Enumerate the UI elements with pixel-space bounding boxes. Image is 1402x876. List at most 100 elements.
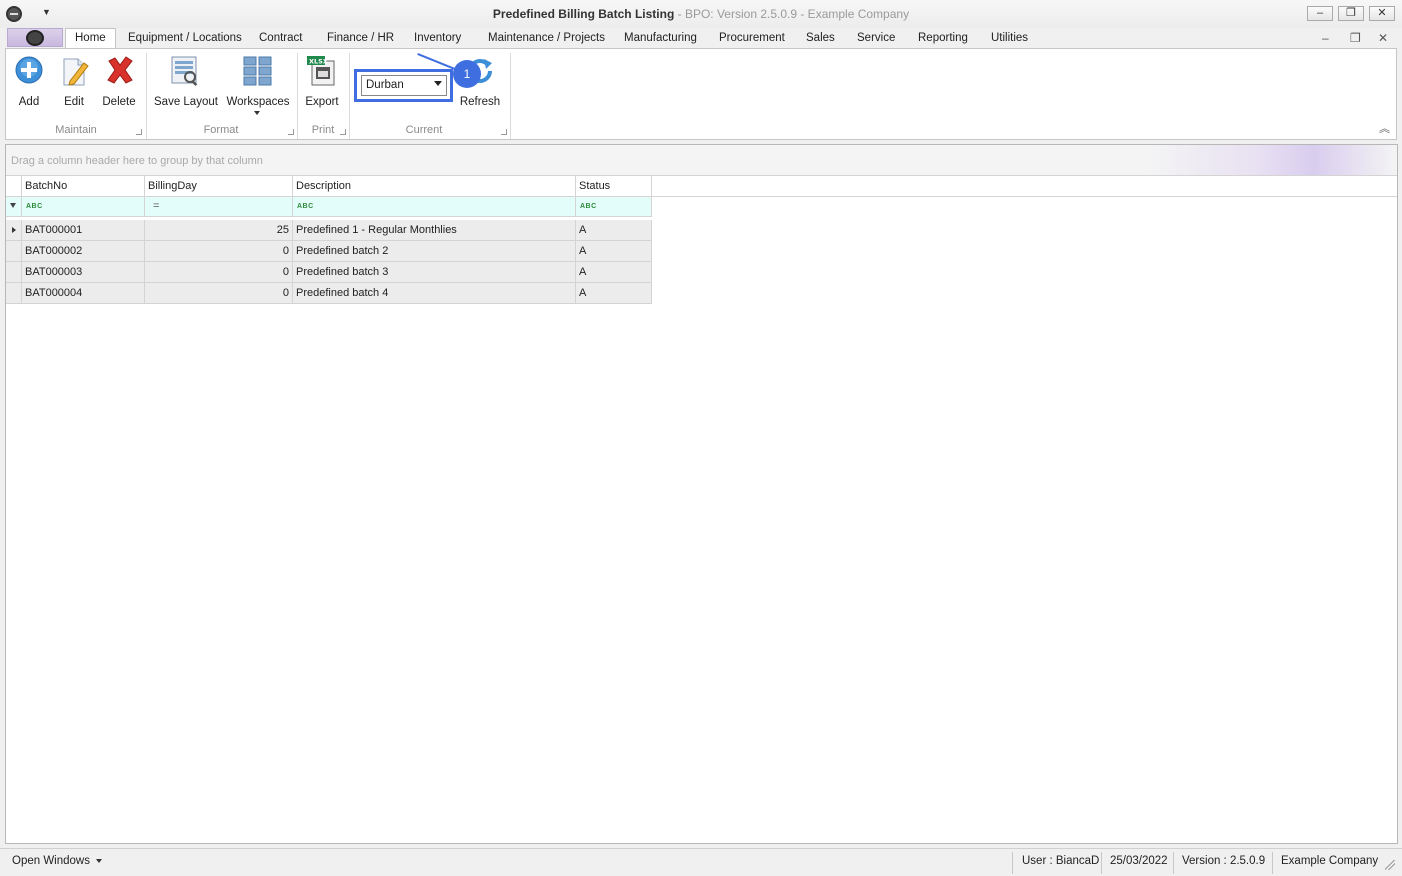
mdi-minimize-button[interactable]: – bbox=[1322, 31, 1329, 45]
cell-billingday[interactable]: 0 bbox=[145, 262, 293, 282]
tab-finance-hr[interactable]: Finance / HR bbox=[327, 32, 394, 44]
branch-combo[interactable]: Durban bbox=[361, 75, 447, 96]
tab-procurement[interactable]: Procurement bbox=[719, 32, 785, 44]
chevron-down-icon[interactable] bbox=[434, 81, 442, 86]
group-by-panel[interactable]: Drag a column header here to group by th… bbox=[6, 145, 1397, 176]
row-indicator-cell bbox=[6, 220, 22, 240]
current-group-launcher-icon[interactable] bbox=[501, 129, 507, 135]
window-close-button[interactable]: ✕ bbox=[1369, 6, 1395, 21]
save-layout-icon bbox=[171, 56, 198, 87]
cell-status[interactable]: A bbox=[576, 241, 652, 261]
column-header-description[interactable]: Description bbox=[293, 176, 576, 197]
tab-equipment-locations[interactable]: Equipment / Locations bbox=[128, 32, 242, 44]
format-group-launcher-icon[interactable] bbox=[288, 129, 294, 135]
row-focus-icon bbox=[12, 227, 16, 233]
callout-badge: 1 bbox=[453, 60, 481, 88]
window-minimize-button[interactable]: – bbox=[1307, 6, 1333, 21]
tab-sales[interactable]: Sales bbox=[806, 32, 835, 44]
maintain-group-launcher-icon[interactable] bbox=[136, 129, 142, 135]
cell-batchno[interactable]: BAT000001 bbox=[22, 220, 145, 240]
cell-billingday[interactable]: 25 bbox=[145, 220, 293, 240]
filter-billingday[interactable]: = bbox=[145, 197, 293, 217]
status-company: Example Company bbox=[1281, 855, 1379, 867]
status-separator bbox=[1012, 852, 1013, 874]
cell-status[interactable]: A bbox=[576, 283, 652, 303]
tab-inventory[interactable]: Inventory bbox=[414, 32, 461, 44]
filter-description[interactable]: ABC bbox=[293, 197, 576, 217]
filter-abc-icon: ABC bbox=[26, 203, 43, 210]
workspaces-icon bbox=[243, 56, 272, 86]
delete-label: Delete bbox=[102, 96, 136, 108]
mdi-close-button[interactable]: ✕ bbox=[1378, 31, 1388, 45]
column-header-status[interactable]: Status bbox=[576, 176, 652, 197]
resize-grip-icon[interactable] bbox=[1385, 860, 1395, 870]
tab-manufacturing[interactable]: Manufacturing bbox=[624, 32, 697, 44]
tab-contract[interactable]: Contract bbox=[259, 32, 302, 44]
auto-filter-row: ABC = ABC ABC bbox=[6, 197, 652, 217]
cell-description[interactable]: Predefined batch 2 bbox=[293, 241, 576, 261]
tab-utilities[interactable]: Utilities bbox=[991, 32, 1028, 44]
save-layout-button[interactable]: Save Layout bbox=[154, 55, 218, 111]
cell-batchno[interactable]: BAT000002 bbox=[22, 241, 145, 261]
column-header-row: BatchNo BillingDay Description Status bbox=[6, 176, 1397, 197]
add-icon bbox=[15, 56, 43, 84]
workspaces-button[interactable]: Workspaces bbox=[225, 55, 291, 117]
filter-batchno[interactable]: ABC bbox=[22, 197, 145, 217]
group-label-current: Current bbox=[405, 124, 443, 136]
delete-button[interactable]: Delete bbox=[100, 55, 138, 111]
collapse-ribbon-icon[interactable]: ︽ bbox=[1379, 120, 1390, 136]
mdi-restore-button[interactable]: ❐ bbox=[1350, 31, 1361, 45]
save-layout-label: Save Layout bbox=[154, 96, 218, 108]
window-restore-button[interactable]: ❐ bbox=[1338, 6, 1364, 21]
cell-description[interactable]: Predefined 1 - Regular Monthlies bbox=[293, 220, 576, 240]
batch-grid: Drag a column header here to group by th… bbox=[5, 144, 1398, 844]
branch-value: Durban bbox=[366, 79, 404, 91]
filter-status[interactable]: ABC bbox=[576, 197, 652, 217]
workspaces-label: Workspaces bbox=[226, 96, 290, 108]
chevron-down-icon bbox=[96, 858, 103, 863]
open-windows-button[interactable]: Open Windows bbox=[12, 855, 103, 867]
edit-button[interactable]: Edit bbox=[57, 55, 91, 111]
cell-description[interactable]: Predefined batch 4 bbox=[293, 283, 576, 303]
tab-reporting[interactable]: Reporting bbox=[918, 32, 968, 44]
table-row[interactable]: BAT000001 25 Predefined 1 - Regular Mont… bbox=[6, 220, 652, 241]
add-button[interactable]: Add bbox=[12, 55, 46, 111]
table-row[interactable]: BAT000002 0 Predefined batch 2 A bbox=[6, 241, 652, 262]
export-button[interactable]: XLSX Export bbox=[303, 55, 341, 111]
cell-description[interactable]: Predefined batch 3 bbox=[293, 262, 576, 282]
status-separator bbox=[1101, 852, 1102, 874]
status-date: 25/03/2022 bbox=[1110, 855, 1168, 867]
tab-home[interactable]: Home bbox=[65, 28, 116, 50]
window-title: Predefined Billing Batch Listing - BPO: … bbox=[0, 7, 1402, 21]
print-group-launcher-icon[interactable] bbox=[340, 129, 346, 135]
group-separator bbox=[510, 53, 511, 139]
table-row[interactable]: BAT000003 0 Predefined batch 3 A bbox=[6, 262, 652, 283]
cell-status[interactable]: A bbox=[576, 262, 652, 282]
tab-service[interactable]: Service bbox=[857, 32, 895, 44]
header-indicator-cell bbox=[6, 176, 22, 197]
cell-batchno[interactable]: BAT000003 bbox=[22, 262, 145, 282]
status-bar: Open Windows User : BiancaD 25/03/2022 V… bbox=[0, 848, 1402, 876]
group-label-maintain: Maintain bbox=[55, 124, 97, 136]
window-title-subtitle: - BPO: Version 2.5.0.9 - Example Company bbox=[677, 7, 910, 21]
cell-billingday[interactable]: 0 bbox=[145, 283, 293, 303]
row-indicator-cell bbox=[6, 262, 22, 282]
export-label: Export bbox=[305, 96, 339, 108]
status-separator bbox=[1173, 852, 1174, 874]
row-indicator-cell bbox=[6, 283, 22, 303]
group-label-format: Format bbox=[203, 124, 239, 136]
column-header-batchno[interactable]: BatchNo bbox=[22, 176, 145, 197]
column-header-billingday[interactable]: BillingDay bbox=[145, 176, 293, 197]
cell-batchno[interactable]: BAT000004 bbox=[22, 283, 145, 303]
table-row[interactable]: BAT000004 0 Predefined batch 4 A bbox=[6, 283, 652, 304]
status-version: Version : 2.5.0.9 bbox=[1182, 855, 1266, 867]
cell-status[interactable]: A bbox=[576, 220, 652, 240]
refresh-label: Refresh bbox=[459, 96, 501, 108]
edit-label: Edit bbox=[64, 96, 84, 108]
group-by-hint: Drag a column header here to group by th… bbox=[11, 155, 263, 167]
file-menu-button[interactable] bbox=[7, 28, 63, 47]
tab-maintenance-projects[interactable]: Maintenance / Projects bbox=[488, 32, 605, 44]
app-menu-icon bbox=[26, 30, 44, 46]
filter-abc-icon: ABC bbox=[297, 203, 314, 210]
cell-billingday[interactable]: 0 bbox=[145, 241, 293, 261]
